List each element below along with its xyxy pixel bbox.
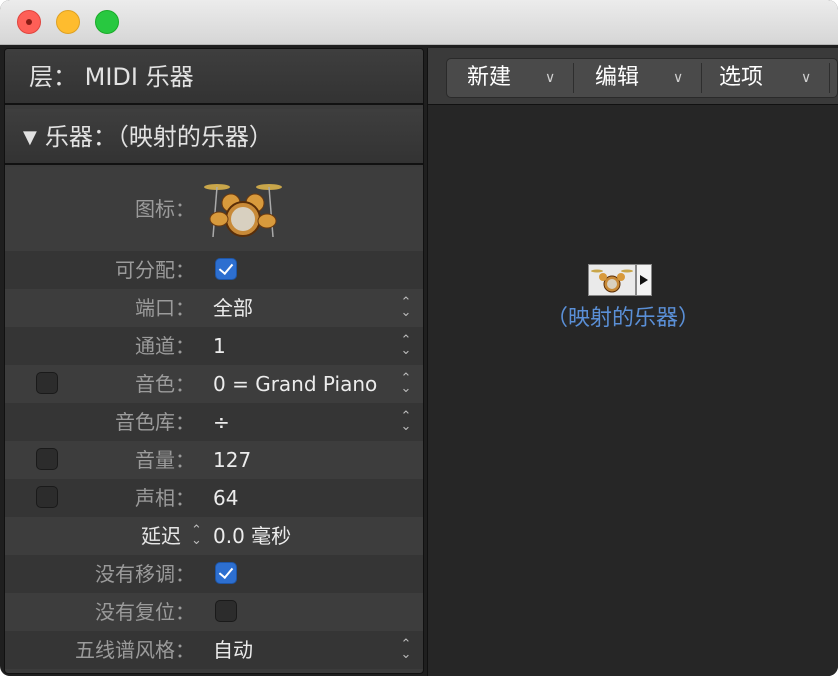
- pan-label: 声相：: [135, 486, 195, 510]
- inspector-panel: 层： MIDI 乐器 ▼ 乐器：（映射的乐器） 图标： 可分配： 端口： 全部 …: [4, 48, 424, 674]
- channel-row: 通道： 1 ⌃ ⌄: [5, 327, 423, 365]
- layer-header: 层： MIDI 乐器: [5, 49, 423, 105]
- volume-value[interactable]: 127: [213, 441, 251, 479]
- options-menu-button[interactable]: 选项: [719, 59, 763, 97]
- port-row: 端口： 全部 ⌃ ⌄: [5, 289, 423, 327]
- zoom-button[interactable]: [95, 10, 119, 34]
- icon-label: 图标：: [135, 197, 195, 221]
- no-transpose-checkbox[interactable]: [215, 562, 237, 584]
- close-button[interactable]: [17, 10, 41, 34]
- assignable-checkbox[interactable]: [215, 258, 237, 280]
- bank-row: 音色库： ÷ ⌃ ⌄: [5, 403, 423, 441]
- port-value[interactable]: 全部: [213, 289, 253, 327]
- port-label: 端口：: [135, 296, 195, 320]
- environment-window: 层： MIDI 乐器 ▼ 乐器：（映射的乐器） 图标： 可分配： 端口： 全部 …: [0, 0, 838, 676]
- output-port-icon[interactable]: [636, 264, 652, 296]
- delay-row: 延迟 ⌃ ⌄ 0.0 毫秒: [5, 517, 423, 555]
- updown-arrows-icon[interactable]: ⌃ ⌄: [191, 524, 202, 547]
- edit-menu-button[interactable]: 编辑: [595, 59, 639, 97]
- drum-kit-icon: [591, 269, 633, 293]
- program-checkbox[interactable]: [36, 372, 58, 394]
- updown-arrows-icon[interactable]: ⌃ ⌄: [399, 372, 413, 395]
- chevron-down-icon[interactable]: ∨: [673, 59, 683, 97]
- chevron-down-icon[interactable]: ∨: [545, 59, 555, 97]
- no-reset-row: 没有复位：: [5, 593, 423, 631]
- drum-kit-icon[interactable]: [203, 175, 283, 243]
- checkmark-icon: [218, 563, 234, 580]
- delay-label: 延迟: [141, 524, 181, 548]
- updown-arrows-icon[interactable]: ⌃ ⌄: [399, 296, 413, 319]
- staff-style-value[interactable]: 自动: [213, 631, 253, 669]
- minimize-button[interactable]: [56, 10, 80, 34]
- pan-row: 声相： 64: [5, 479, 423, 517]
- title-bar: [0, 0, 838, 45]
- updown-arrows-icon[interactable]: ⌃ ⌄: [399, 410, 413, 433]
- program-row: 音色： 0 = Grand Piano ⌃ ⌄: [5, 365, 423, 403]
- delay-value[interactable]: 0.0 毫秒: [213, 517, 291, 555]
- new-menu-button[interactable]: 新建: [467, 59, 511, 97]
- assignable-label: 可分配：: [115, 258, 195, 282]
- volume-checkbox[interactable]: [36, 448, 58, 470]
- updown-arrows-icon[interactable]: ⌃ ⌄: [399, 638, 413, 661]
- bank-value[interactable]: ÷: [213, 403, 230, 441]
- instrument-header[interactable]: ▼ 乐器：（映射的乐器）: [5, 109, 423, 165]
- divider: [701, 63, 702, 93]
- assignable-row: 可分配：: [5, 251, 423, 289]
- no-reset-checkbox[interactable]: [215, 600, 237, 622]
- volume-label: 音量：: [135, 448, 195, 472]
- disclosure-triangle-icon[interactable]: ▼: [23, 110, 37, 166]
- divider: [829, 63, 830, 93]
- no-transpose-row: 没有移调：: [5, 555, 423, 593]
- chevron-down-icon[interactable]: ∨: [801, 59, 811, 97]
- staff-style-row: 五线谱风格： 自动 ⌃ ⌄: [5, 631, 423, 669]
- menu-segmented-control: 新建 ∨ 编辑 ∨ 选项 ∨: [446, 58, 838, 98]
- channel-label: 通道：: [135, 334, 195, 358]
- program-label: 音色：: [135, 372, 195, 396]
- no-transpose-label: 没有移调：: [95, 562, 195, 586]
- program-value[interactable]: 0 = Grand Piano: [213, 365, 377, 403]
- channel-value[interactable]: 1: [213, 327, 226, 365]
- icon-row: 图标：: [5, 167, 423, 251]
- no-reset-label: 没有复位：: [95, 600, 195, 624]
- divider: [573, 63, 574, 93]
- toolbar: 新建 ∨ 编辑 ∨ 选项 ∨: [428, 48, 838, 105]
- environment-canvas[interactable]: 新建 ∨ 编辑 ∨ 选项 ∨ （映射的乐器）: [427, 48, 838, 676]
- pan-checkbox[interactable]: [36, 486, 58, 508]
- pan-value[interactable]: 64: [213, 479, 238, 517]
- instrument-header-label: 乐器：（映射的乐器）: [44, 123, 273, 151]
- mapped-instrument-node[interactable]: [588, 264, 636, 296]
- checkmark-icon: [218, 259, 234, 276]
- staff-style-label: 五线谱风格：: [75, 638, 195, 662]
- bank-label: 音色库：: [115, 410, 195, 434]
- volume-row: 音量： 127: [5, 441, 423, 479]
- updown-arrows-icon[interactable]: ⌃ ⌄: [399, 334, 413, 357]
- node-label[interactable]: （映射的乐器）: [546, 300, 700, 332]
